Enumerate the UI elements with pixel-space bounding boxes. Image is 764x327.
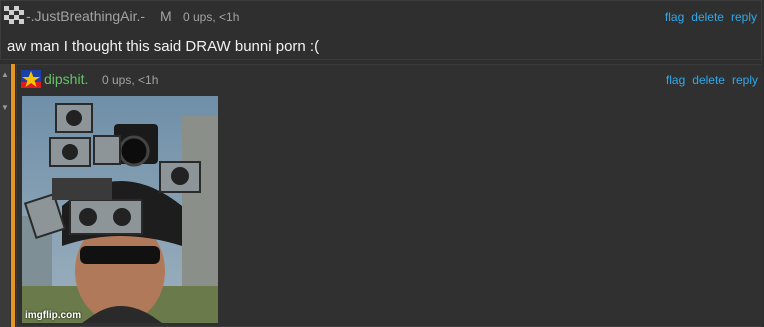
comment-2-username[interactable]: dipshit. <box>44 71 88 87</box>
triangle-down-icon[interactable]: ▼ <box>1 104 9 112</box>
thread-accent-bar <box>11 64 15 327</box>
comment-1-text: aw man I thought this said DRAW bunni po… <box>7 38 320 55</box>
comment-1-actions: flag delete reply <box>658 10 757 24</box>
triangle-up-icon[interactable]: ▲ <box>1 71 9 79</box>
meme-image[interactable]: imgflip.com <box>22 96 218 323</box>
flag-link[interactable]: flag <box>665 10 684 24</box>
user-avatar-icon[interactable] <box>21 70 41 88</box>
helmet-cameras-photo <box>22 96 218 323</box>
user-avatar-icon[interactable] <box>4 6 24 24</box>
comment-1-header: -.JustBreathingAir.- M 0 ups, <1h flag de… <box>1 3 761 25</box>
mod-badge: M <box>160 8 172 24</box>
flag-link[interactable]: flag <box>666 73 685 87</box>
reply-link[interactable]: reply <box>731 10 757 24</box>
comment-2-actions: flag delete reply <box>659 73 758 87</box>
comment-2-meta: 0 ups, <1h <box>102 73 159 87</box>
reply-link[interactable]: reply <box>732 73 758 87</box>
comment-2: dipshit. 0 ups, <1h flag delete reply im… <box>16 64 762 327</box>
comment-1-meta: 0 ups, <1h <box>183 10 240 24</box>
delete-link[interactable]: delete <box>692 73 725 87</box>
collapse-rail[interactable]: ▲ ▼ <box>0 64 10 327</box>
comment-1: -.JustBreathingAir.- M 0 ups, <1h flag de… <box>0 0 762 60</box>
image-watermark: imgflip.com <box>25 310 82 321</box>
delete-link[interactable]: delete <box>691 10 724 24</box>
comment-1-username[interactable]: -.JustBreathingAir.- <box>26 8 145 24</box>
